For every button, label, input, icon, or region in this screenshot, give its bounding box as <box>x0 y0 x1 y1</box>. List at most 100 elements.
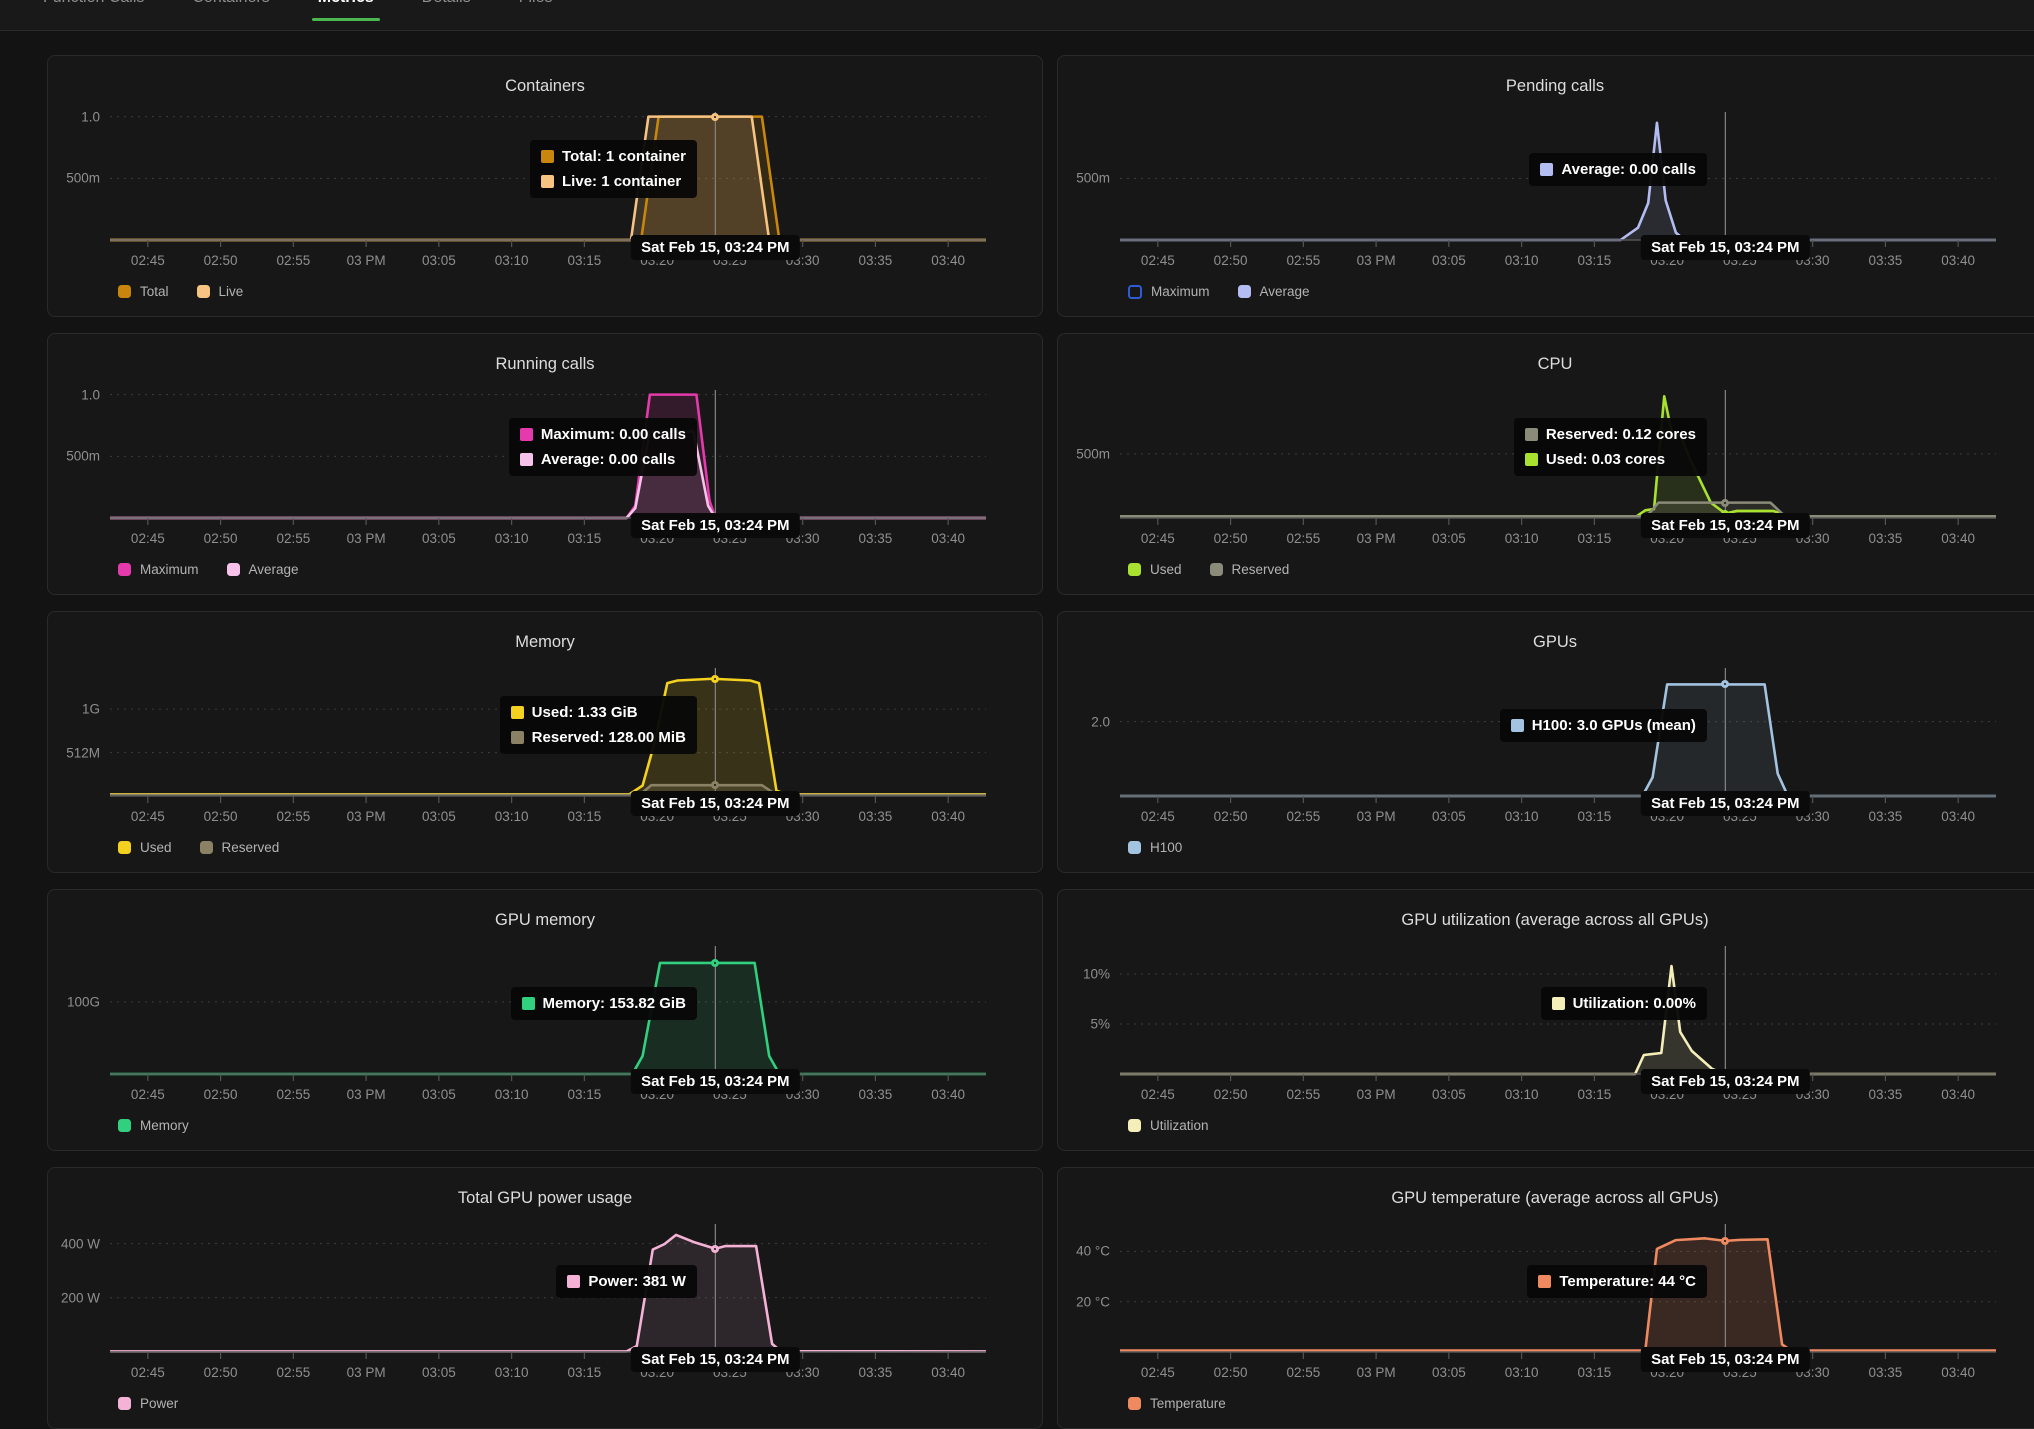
legend-item-maximum[interactable]: Maximum <box>1128 284 1210 299</box>
legend-label: Power <box>140 1396 178 1411</box>
x-axis-labels: 02:4502:5002:5503 PM03:0503:1003:1503:20… <box>110 1363 986 1381</box>
legend-item-used[interactable]: Used <box>118 840 172 855</box>
x-axis-label: 03:40 <box>1941 253 1975 268</box>
x-axis-label: 02:55 <box>276 1087 310 1102</box>
plot-area[interactable]: 400 W200 WPower: 381 WSat Feb 15, 03:24 … <box>110 1220 986 1360</box>
legend-item-total[interactable]: Total <box>118 284 169 299</box>
tab-metrics[interactable]: Metrics <box>318 0 374 31</box>
x-axis-label: 03:15 <box>1577 809 1611 824</box>
plot-area[interactable]: 100GMemory: 153.82 GiBSat Feb 15, 03:24 … <box>110 942 986 1082</box>
plot-area[interactable]: 2.0H100: 3.0 GPUs (mean)Sat Feb 15, 03:2… <box>1120 664 1996 804</box>
tab-label: Function Calls <box>43 0 144 7</box>
time-tooltip: Sat Feb 15, 03:24 PM <box>1641 791 1809 816</box>
legend-label: Maximum <box>1151 284 1210 299</box>
plot-area[interactable]: 1G512MUsed: 1.33 GiBReserved: 128.00 MiB… <box>110 664 986 804</box>
tooltip-text: Memory: 153.82 GiB <box>543 995 686 1012</box>
tooltip-row: Power: 381 W <box>567 1273 686 1290</box>
x-axis-label: 03:15 <box>1577 531 1611 546</box>
x-axis-label: 03:05 <box>1432 1087 1466 1102</box>
legend-swatch <box>118 1397 131 1410</box>
tooltip-text: Used: 1.33 GiB <box>532 704 638 721</box>
legend-item-used[interactable]: Used <box>1128 562 1182 577</box>
x-axis-label: 02:55 <box>276 1365 310 1380</box>
series-tooltip: Power: 381 W <box>556 1265 697 1298</box>
plot-area[interactable]: 500mReserved: 0.12 coresUsed: 0.03 cores… <box>1120 386 1996 526</box>
x-axis-label: 02:55 <box>276 531 310 546</box>
tooltip-series-swatch <box>1540 163 1553 176</box>
tooltip-text: Live: 1 container <box>562 173 681 190</box>
x-axis-label: 02:50 <box>204 253 238 268</box>
legend-swatch <box>227 563 240 576</box>
tooltip-text: Temperature: 44 °C <box>1559 1273 1696 1290</box>
x-axis-labels: 02:4502:5002:5503 PM03:0503:1003:1503:20… <box>110 529 986 547</box>
legend-item-temperature[interactable]: Temperature <box>1128 1396 1226 1411</box>
plot-area[interactable]: 1.0500mMaximum: 0.00 callsAverage: 0.00 … <box>110 386 986 526</box>
x-axis-label: 02:50 <box>204 531 238 546</box>
legend-item-reserved[interactable]: Reserved <box>200 840 280 855</box>
chart-card-gpu-temperature-average-across-all-gpus: GPU temperature (average across all GPUs… <box>1057 1167 2034 1429</box>
x-axis-label: 02:55 <box>1286 1087 1320 1102</box>
tab-function-calls[interactable]: Function Calls <box>43 0 144 31</box>
legend-label: Used <box>140 840 172 855</box>
tooltip-series-swatch <box>520 453 533 466</box>
legend-label: Average <box>249 562 299 577</box>
chart-card-pending-calls: Pending calls 500mAverage: 0.00 callsSat… <box>1057 55 2034 317</box>
tab-details[interactable]: Details <box>422 0 471 31</box>
chart-title: Total GPU power usage <box>48 1186 1042 1210</box>
legend-item-memory[interactable]: Memory <box>118 1118 189 1133</box>
tab-containers[interactable]: Containers <box>192 0 269 31</box>
chart-title: CPU <box>1058 352 2034 376</box>
chart-legend: Power <box>118 1396 1042 1411</box>
x-axis-label: 03:15 <box>1577 1087 1611 1102</box>
legend-item-reserved[interactable]: Reserved <box>1210 562 1290 577</box>
legend-swatch <box>118 1119 131 1132</box>
x-axis-label: 03:10 <box>495 1087 529 1102</box>
x-axis-label: 03:35 <box>859 531 893 546</box>
series-tooltip: Utilization: 0.00% <box>1541 987 1707 1020</box>
tooltip-row: Live: 1 container <box>541 173 686 190</box>
legend-item-average[interactable]: Average <box>1238 284 1310 299</box>
chart-title: GPU temperature (average across all GPUs… <box>1058 1186 2034 1210</box>
legend-item-h100[interactable]: H100 <box>1128 840 1182 855</box>
tooltip-text: Reserved: 128.00 MiB <box>532 729 686 746</box>
x-axis-label: 02:45 <box>131 253 165 268</box>
series-tooltip: Average: 0.00 calls <box>1529 153 1707 186</box>
x-axis-label: 03:05 <box>1432 809 1466 824</box>
tooltip-series-swatch <box>541 150 554 163</box>
x-axis-label: 02:50 <box>204 1365 238 1380</box>
plot-area[interactable]: 500mAverage: 0.00 callsSat Feb 15, 03:24… <box>1120 108 1996 248</box>
plot-area[interactable]: 1.0500mTotal: 1 containerLive: 1 contain… <box>110 108 986 248</box>
chart-card-gpu-utilization-average-across-all-gpus: GPU utilization (average across all GPUs… <box>1057 889 2034 1151</box>
x-axis-label: 03:15 <box>567 809 601 824</box>
x-axis-label: 02:55 <box>276 253 310 268</box>
x-axis-label: 03:05 <box>1432 253 1466 268</box>
legend-label: Maximum <box>140 562 199 577</box>
legend-swatch <box>1128 1397 1141 1410</box>
legend-swatch <box>118 285 131 298</box>
x-axis-label: 03:15 <box>567 1365 601 1380</box>
x-axis-label: 03:40 <box>931 253 965 268</box>
x-axis-label: 03 PM <box>347 1087 386 1102</box>
plot-area[interactable]: 10%5%Utilization: 0.00%Sat Feb 15, 03:24… <box>1120 942 1996 1082</box>
legend-item-maximum[interactable]: Maximum <box>118 562 199 577</box>
y-axis-label: 200 W <box>61 1290 100 1305</box>
x-axis-label: 03:35 <box>1869 253 1903 268</box>
legend-item-live[interactable]: Live <box>197 284 244 299</box>
legend-item-power[interactable]: Power <box>118 1396 178 1411</box>
legend-item-utilization[interactable]: Utilization <box>1128 1118 1209 1133</box>
x-axis-labels: 02:4502:5002:5503 PM03:0503:1003:1503:20… <box>110 251 986 269</box>
tooltip-text: Maximum: 0.00 calls <box>541 426 686 443</box>
tab-files[interactable]: Files <box>519 0 553 31</box>
time-tooltip: Sat Feb 15, 03:24 PM <box>631 1347 799 1372</box>
plot-area[interactable]: 40 °C20 °CTemperature: 44 °CSat Feb 15, … <box>1120 1220 1996 1360</box>
x-axis-label: 03:15 <box>567 1087 601 1102</box>
y-axis-label: 1.0 <box>81 387 100 402</box>
x-axis-label: 03 PM <box>1357 1087 1396 1102</box>
y-axis-label: 40 °C <box>1076 1244 1110 1259</box>
legend-label: Reserved <box>222 840 280 855</box>
chart-svg <box>110 1220 986 1360</box>
legend-item-average[interactable]: Average <box>227 562 299 577</box>
x-axis-label: 03:05 <box>422 809 456 824</box>
x-axis-label: 03:10 <box>1505 809 1539 824</box>
x-axis-label: 03:35 <box>859 253 893 268</box>
